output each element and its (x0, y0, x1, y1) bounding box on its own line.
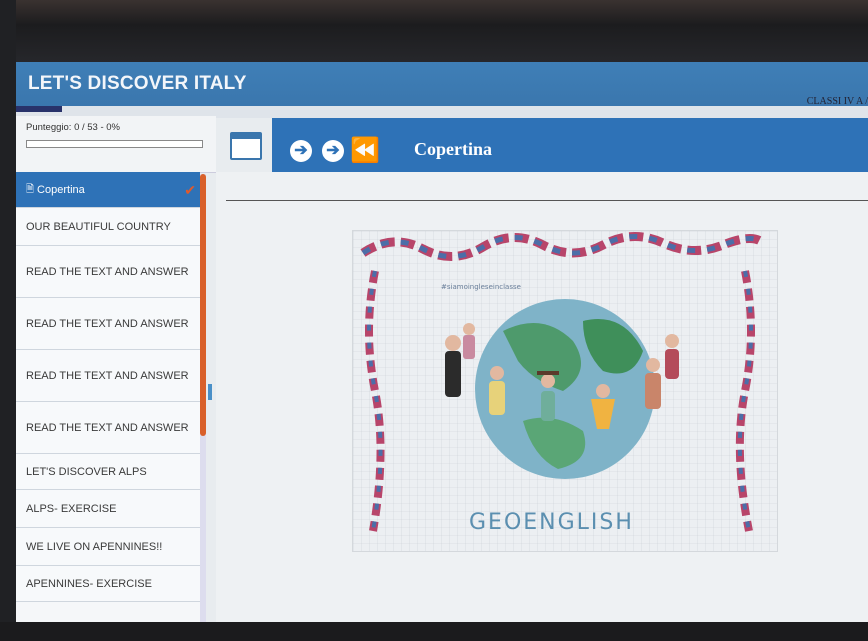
sidebar-item[interactable]: READ THE TEXT AND ANSWER (16, 402, 200, 454)
cover-drawing: #siamoingleseinclasse GEOENGLISH (353, 231, 777, 551)
sidebar-item-label: READ THE TEXT AND ANSWER (26, 265, 189, 278)
sidebar-item[interactable]: READ THE TEXT AND ANSWER (16, 246, 200, 298)
sidebar-item-label: OUR BEAUTIFUL COUNTRY (26, 220, 171, 233)
cover-image: #siamoingleseinclasse GEOENGLISH (352, 230, 778, 552)
score-progress-bar (26, 140, 203, 148)
sidebar-item-label: ALPS- EXERCISE (26, 502, 117, 515)
rewind-icon: ⏪ (350, 137, 380, 164)
sidebar-item-label: LET'S DISCOVER ALPS (26, 465, 147, 478)
laptop-bezel-top (0, 0, 868, 62)
next-page-button[interactable]: ➔ (322, 140, 344, 162)
document-icon: 🗎 (26, 183, 35, 195)
laptop-bezel-left (0, 0, 16, 641)
sidebar-item-label: Copertina (37, 183, 85, 196)
arrow-right-circle-icon: ➔ (326, 142, 340, 159)
sidebar-scroll-thumb[interactable] (200, 174, 206, 436)
first-page-button[interactable]: ⏪ (350, 138, 380, 164)
sidebar-item[interactable]: READ THE TEXT AND ANSWER (16, 350, 200, 402)
score-panel: Punteggio: 0 / 53 - 0% (16, 116, 216, 173)
app-header: LET'S DISCOVER ITALY CLASSI IV A / (16, 62, 868, 108)
sidebar-item-label: READ THE TEXT AND ANSWER (26, 317, 189, 330)
arrow-left-circle-icon: ➔ (294, 142, 308, 159)
sidebar-item[interactable]: OUR BEAUTIFUL COUNTRY (16, 208, 200, 246)
sidebar-item[interactable]: WE LIVE ON APENNINES!! (16, 528, 200, 566)
content-divider (226, 200, 868, 201)
cover-hashtag: #siamoingleseinclasse (441, 283, 521, 291)
app-title: LET'S DISCOVER ITALY (28, 73, 247, 94)
sidebar-item-label: WE LIVE ON APENNINES!! (26, 540, 163, 553)
sidebar-item[interactable]: READ THE TEXT AND ANSWER (16, 298, 200, 350)
laptop-bezel-bottom (0, 622, 868, 641)
page-title: Copertina (414, 139, 492, 159)
sidebar-item[interactable]: ALPS- EXERCISE (16, 490, 200, 528)
cover-title: GEOENGLISH (469, 510, 634, 535)
sidebar-item[interactable]: APENNINES- EXERCISE (16, 566, 200, 602)
sidebar-item-label: READ THE TEXT AND ANSWER (26, 421, 189, 434)
content-scroll-indicator[interactable] (208, 384, 212, 400)
score-label: Punteggio: 0 / 53 - 0% (26, 122, 121, 133)
checkmark-icon: ✔ (184, 181, 196, 198)
sidebar-item[interactable]: 🗎 Copertina ✔ (16, 172, 200, 208)
toggle-sidebar-button[interactable] (230, 132, 262, 160)
header-accent (16, 106, 62, 112)
window-icon (232, 134, 260, 139)
screen: LET'S DISCOVER ITALY CLASSI IV A / Punte… (16, 62, 868, 622)
sidebar-item[interactable]: LET'S DISCOVER ALPS (16, 454, 200, 490)
prev-page-button[interactable]: ➔ (290, 140, 312, 162)
sidebar: 🗎 Copertina ✔ OUR BEAUTIFUL COUNTRY READ THE… (16, 172, 200, 622)
sidebar-item-label: APENNINES- EXERCISE (26, 577, 152, 590)
sidebar-item-label: READ THE TEXT AND ANSWER (26, 369, 189, 382)
